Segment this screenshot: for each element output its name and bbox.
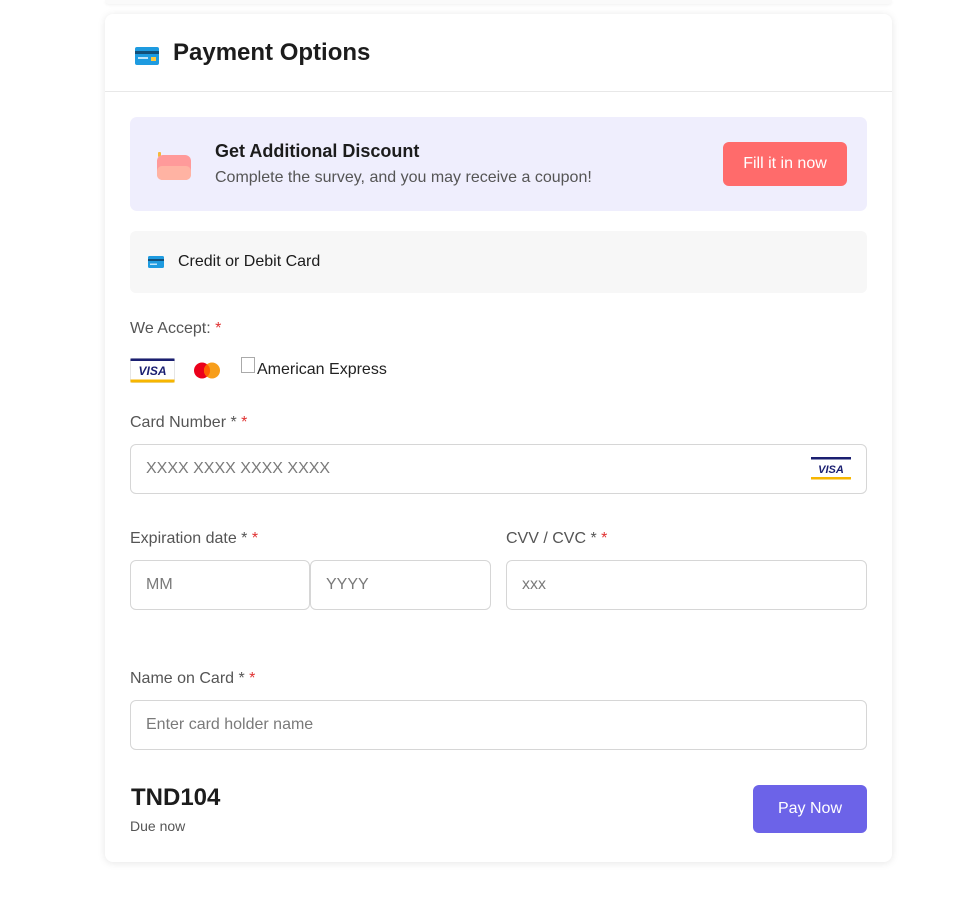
cardholder-name-input[interactable] — [130, 700, 867, 750]
accepted-brands: VISA American Express — [130, 357, 387, 383]
due-now-label: Due now — [130, 818, 186, 834]
card-number-label: Card Number * * — [130, 414, 247, 432]
credit-card-icon — [135, 46, 159, 65]
broken-image-icon — [241, 357, 255, 373]
payment-options-card: Payment Options Get Additional Discount … — [105, 14, 892, 862]
payment-method-credit-card[interactable]: Credit or Debit Card — [130, 231, 867, 293]
discount-subtitle: Complete the survey, and you may receive… — [215, 169, 592, 186]
previous-card-edge — [105, 0, 892, 4]
name-label-text: Name on Card * — [130, 670, 245, 687]
required-mark: * — [251, 530, 259, 547]
card-number-input[interactable] — [130, 444, 867, 494]
total-amount: TND104 — [131, 784, 221, 811]
discount-banner: Get Additional Discount Complete the sur… — [130, 117, 867, 211]
payment-method-label: Credit or Debit Card — [178, 253, 321, 270]
credit-card-icon — [148, 256, 164, 268]
we-accept-label: We Accept: * — [130, 320, 221, 338]
cvv-label: CVV / CVC * * — [506, 530, 607, 548]
page-title: Payment Options — [173, 38, 371, 66]
amex-logo-broken-image: American Express — [241, 357, 387, 379]
cvv-label-text: CVV / CVC * — [506, 530, 597, 547]
fill-survey-button[interactable]: Fill it in now — [723, 142, 847, 186]
svg-text:VISA: VISA — [138, 364, 166, 378]
visa-logo-icon: VISA — [130, 357, 175, 383]
svg-text:VISA: VISA — [818, 464, 844, 476]
mastercard-logo-icon — [194, 362, 220, 378]
card-header: Payment Options — [105, 14, 892, 92]
we-accept-text: We Accept: — [130, 320, 211, 337]
visa-badge-icon: VISA — [811, 457, 851, 480]
card-number-label-text: Card Number * — [130, 414, 237, 431]
required-mark: * — [241, 414, 248, 431]
expiration-label-text: Expiration date * — [130, 530, 248, 547]
cvv-input[interactable] — [506, 560, 867, 610]
required-mark: * — [215, 320, 222, 337]
expiry-year-input[interactable] — [310, 560, 491, 610]
name-on-card-label: Name on Card * * — [130, 670, 255, 688]
required-mark: * — [249, 670, 256, 687]
expiry-month-input[interactable] — [130, 560, 310, 610]
required-mark: * — [601, 530, 608, 547]
wallet-icon — [157, 152, 191, 180]
expiration-label: Expiration date * * — [130, 530, 258, 548]
pay-now-button[interactable]: Pay Now — [753, 785, 867, 833]
discount-title: Get Additional Discount — [215, 141, 420, 161]
amex-alt-text: American Express — [257, 361, 387, 378]
